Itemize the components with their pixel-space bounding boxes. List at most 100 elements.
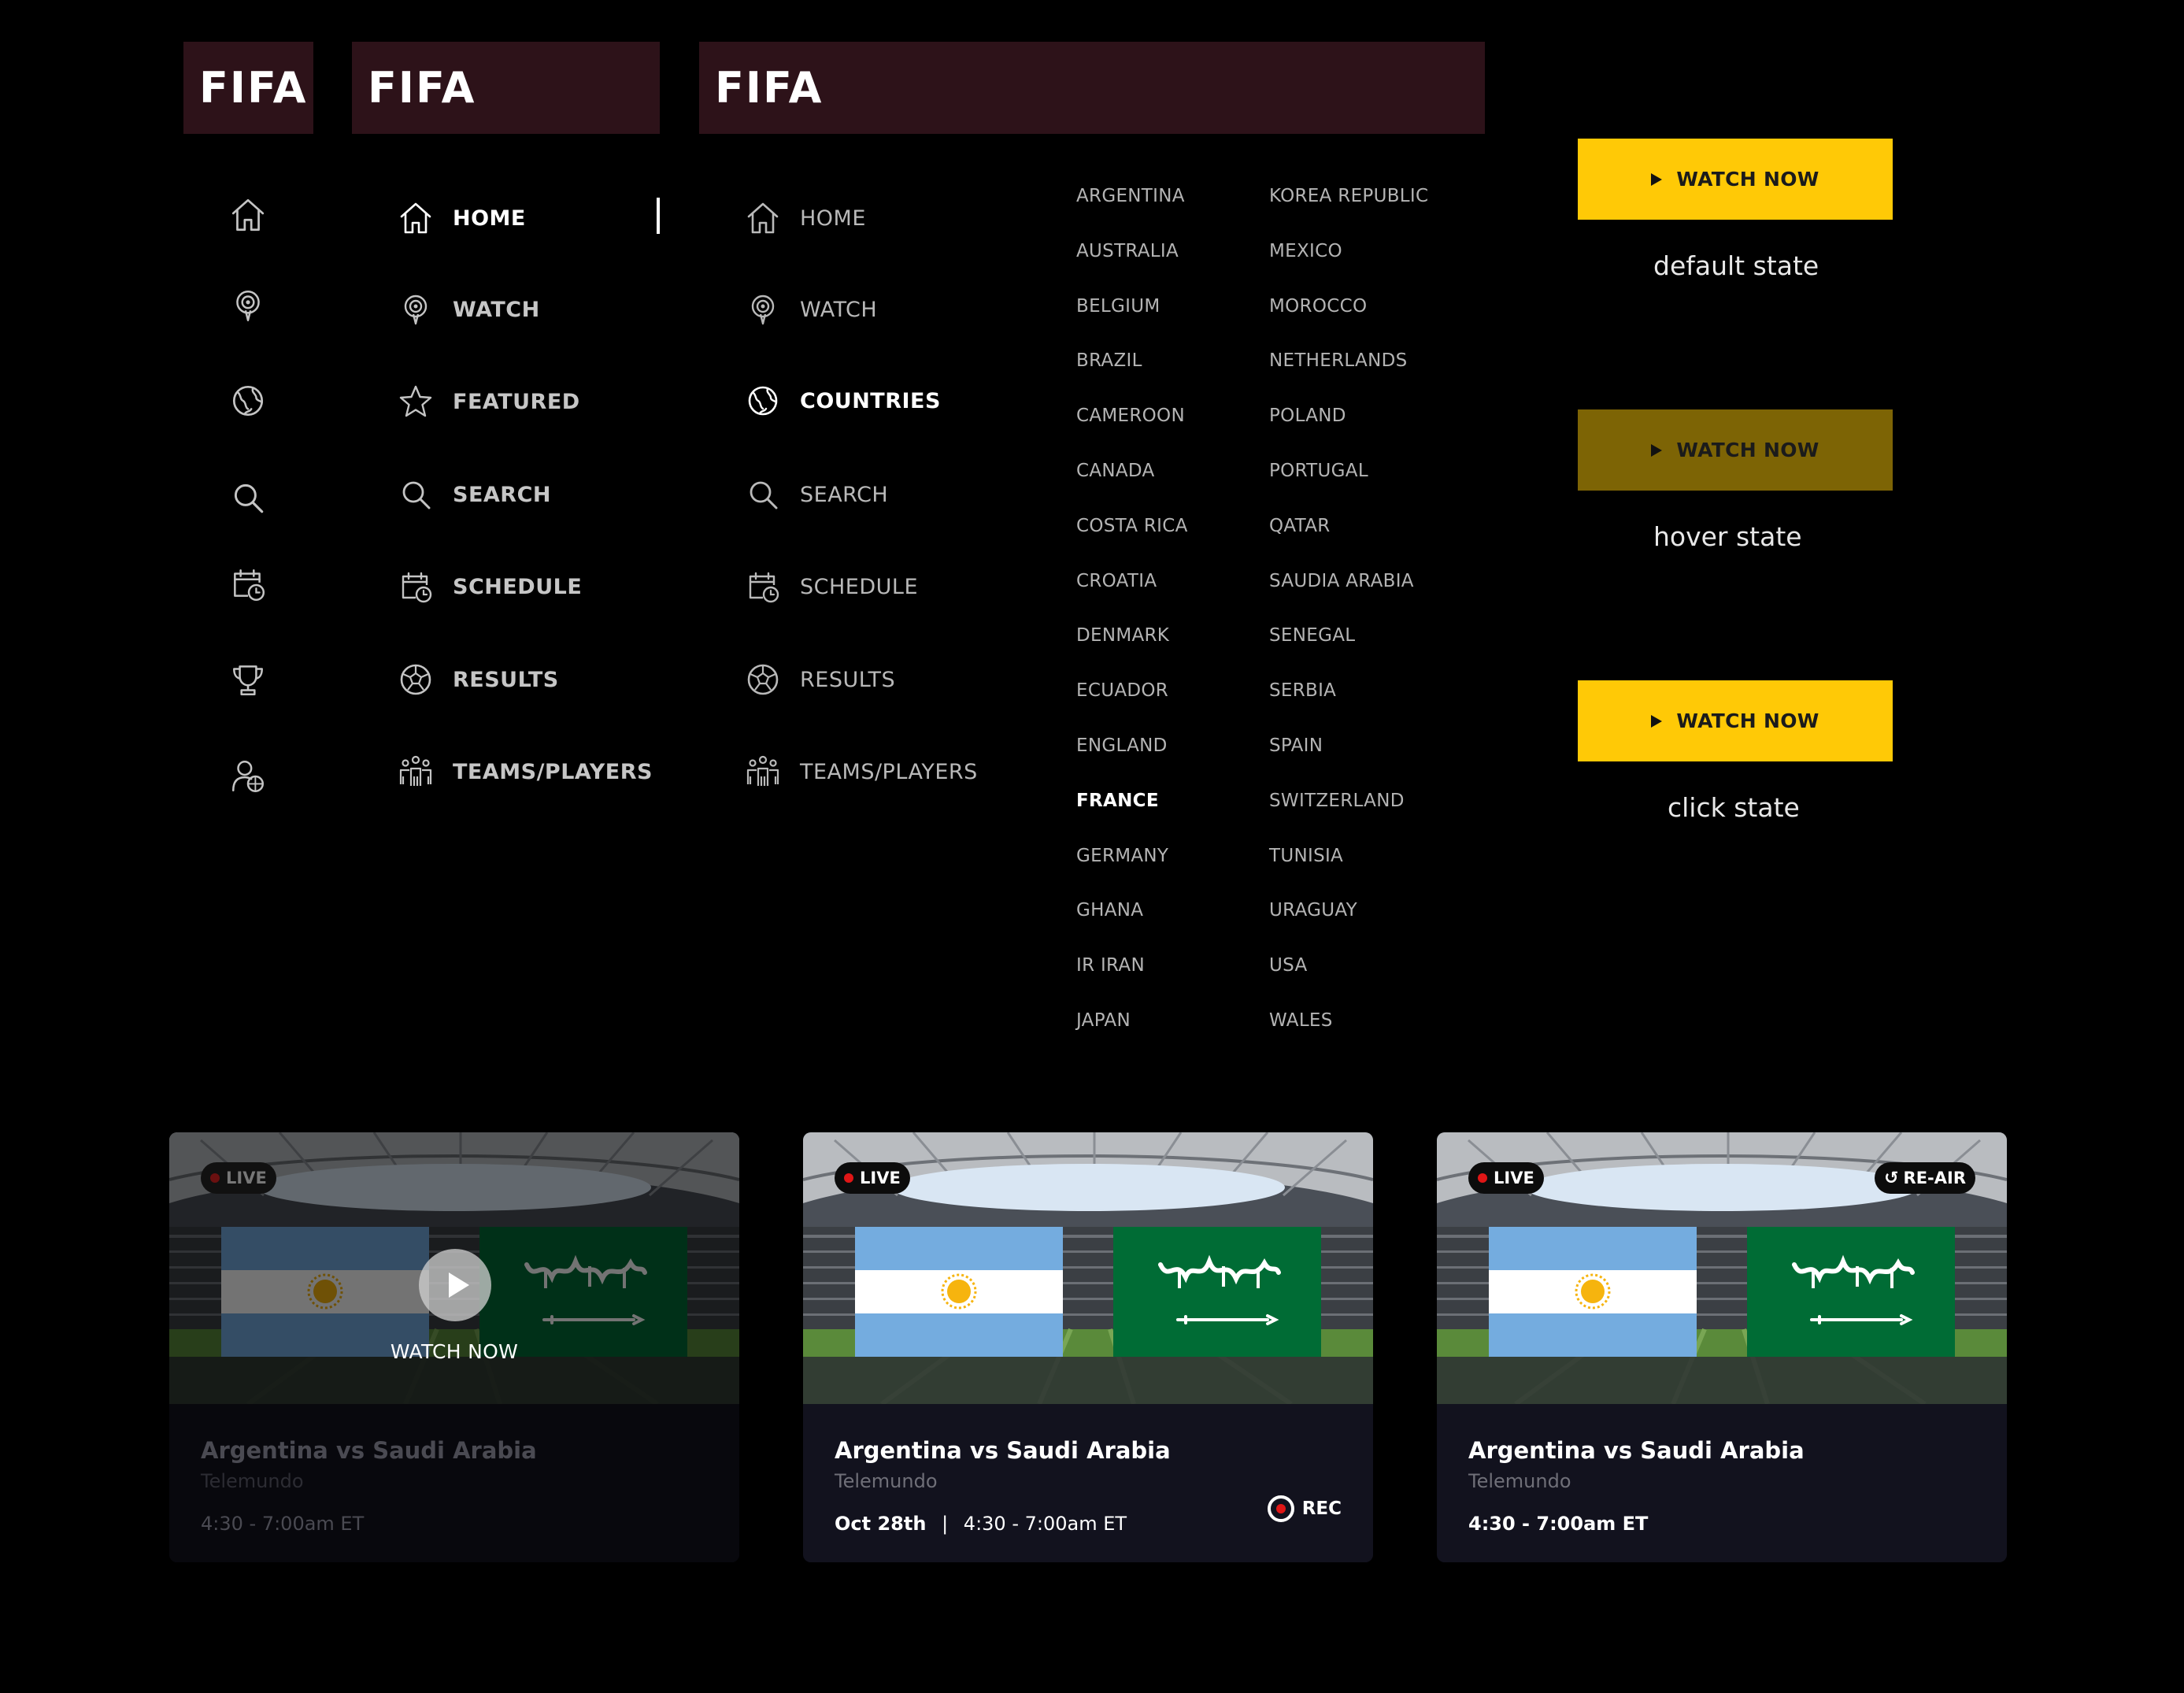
globe-icon[interactable] [228, 381, 268, 420]
country-item[interactable]: JAPAN [1076, 1010, 1131, 1031]
fifa-logo[interactable]: FIFA [183, 63, 307, 113]
country-item[interactable]: SPAIN [1269, 735, 1323, 756]
search-icon[interactable] [228, 478, 268, 517]
nav-label: SCHEDULE [453, 574, 583, 599]
teams-icon [397, 753, 435, 791]
country-item[interactable]: BRAZIL [1076, 350, 1142, 371]
country-item[interactable]: MEXICO [1269, 241, 1342, 261]
country-item[interactable]: PORTUGAL [1269, 461, 1368, 481]
nav-item-results[interactable]: RESULTS [397, 656, 559, 703]
country-item[interactable]: CAMEROON [1076, 406, 1185, 426]
country-item[interactable]: USA [1269, 955, 1308, 976]
nav-item-results[interactable]: RESULTS [744, 656, 895, 703]
teams-icon[interactable] [228, 756, 268, 795]
watch-now-button-click[interactable]: WATCH NOW [1578, 680, 1893, 761]
country-item[interactable]: ARGENTINA [1076, 186, 1185, 206]
schedule-icon[interactable] [228, 565, 268, 604]
live-badge: LIVE [201, 1162, 276, 1194]
nav-item-home[interactable]: HOME [397, 194, 526, 242]
country-item[interactable]: AUSTRALIA [1076, 241, 1179, 261]
nav-label: TEAMS/PLAYERS [453, 759, 653, 784]
play-button[interactable] [419, 1249, 491, 1321]
country-item[interactable]: ECUADOR [1076, 680, 1168, 701]
nav-item-featured[interactable]: FEATURED [397, 378, 580, 425]
nav-item-watch[interactable]: WATCH [397, 286, 540, 333]
search-icon [744, 476, 782, 513]
nav-label: SEARCH [800, 482, 889, 507]
soccer-ball-icon [744, 661, 782, 698]
nav-item-search[interactable]: SEARCH [397, 471, 551, 518]
home-icon[interactable] [228, 195, 268, 235]
match-card-hover[interactable]: LIVE WATCH NOW Argentina vs Saudi Arabia… [169, 1132, 739, 1562]
active-indicator [657, 198, 660, 234]
nav-item-home[interactable]: HOME [744, 194, 866, 242]
search-icon [397, 476, 435, 513]
nav-label: HOME [453, 206, 526, 231]
channel-name: Telemundo [1468, 1470, 1571, 1492]
reair-badge: ↺ RE-AIR [1875, 1162, 1975, 1194]
globe-icon [744, 382, 782, 420]
country-item[interactable]: COSTA RICA [1076, 516, 1188, 536]
home-icon [397, 199, 435, 237]
schedule-icon [744, 568, 782, 606]
country-item[interactable]: DENMARK [1076, 625, 1169, 646]
country-item[interactable]: CANADA [1076, 461, 1155, 481]
match-thumbnail: LIVE [803, 1132, 1373, 1404]
country-item[interactable]: KOREA REPUBLIC [1269, 186, 1428, 206]
record-icon [1267, 1495, 1294, 1522]
nav-item-watch[interactable]: WATCH [744, 286, 877, 333]
nav-item-schedule[interactable]: SCHEDULE [397, 563, 582, 610]
nav-item-teams-players[interactable]: TEAMS/PLAYERS [744, 748, 978, 795]
play-icon [1651, 443, 1663, 457]
nav-item-countries[interactable]: COUNTRIES [744, 377, 941, 424]
watch-icon[interactable] [228, 286, 268, 325]
match-card-reair[interactable]: LIVE ↺ RE-AIR Argentina vs Saudi Arabia … [1437, 1132, 2007, 1562]
nav-item-search[interactable]: SEARCH [744, 471, 888, 518]
match-card-record[interactable]: LIVE Argentina vs Saudi Arabia Telemundo… [803, 1132, 1373, 1562]
country-item[interactable]: SERBIA [1269, 680, 1336, 701]
record-button[interactable]: REC [1267, 1495, 1342, 1522]
channel-name: Telemundo [835, 1470, 938, 1492]
country-item[interactable]: ENGLAND [1076, 735, 1168, 756]
nav-label: FEATURED [453, 389, 580, 414]
country-item[interactable]: WALES [1269, 1010, 1333, 1031]
schedule-icon [397, 568, 435, 606]
card-info: Argentina vs Saudi Arabia Telemundo 4:30… [169, 1404, 739, 1562]
country-item[interactable]: SENEGAL [1269, 625, 1355, 646]
country-item[interactable]: SWITZERLAND [1269, 791, 1405, 811]
match-time: 4:30 - 7:00am ET [1468, 1513, 1649, 1535]
country-item[interactable]: QATAR [1269, 516, 1331, 536]
live-badge: LIVE [835, 1162, 910, 1194]
country-item[interactable]: MOROCCO [1269, 296, 1367, 317]
nav-item-teams-players[interactable]: TEAMS/PLAYERS [397, 748, 653, 795]
match-thumbnail: LIVE ↺ RE-AIR [1437, 1132, 2007, 1404]
country-item[interactable]: URAGUAY [1269, 900, 1357, 921]
star-icon [397, 383, 435, 420]
watch-now-button-default[interactable]: WATCH NOW [1578, 139, 1893, 220]
country-item[interactable]: GERMANY [1076, 846, 1168, 866]
country-item[interactable]: TUNISIA [1269, 846, 1343, 866]
watch-now-button-hover[interactable]: WATCH NOW [1578, 409, 1893, 491]
trophy-icon[interactable] [228, 660, 268, 699]
saudi-arabia-flag [1747, 1227, 1955, 1357]
country-item[interactable]: IR IRAN [1076, 955, 1145, 976]
country-item[interactable]: BELGIUM [1076, 296, 1160, 317]
play-icon [1651, 172, 1663, 186]
teams-icon [744, 753, 782, 791]
home-icon [744, 199, 782, 237]
country-item[interactable]: FRANCE [1076, 791, 1159, 811]
fifa-logo[interactable]: FIFA [699, 63, 823, 113]
country-item[interactable]: NETHERLANDS [1269, 350, 1408, 371]
country-item[interactable]: GHANA [1076, 900, 1143, 921]
country-item[interactable]: POLAND [1269, 406, 1346, 426]
watch-now-label: WATCH NOW [1676, 709, 1819, 732]
match-datetime: Oct 28th | 4:30 - 7:00am ET [835, 1513, 1127, 1535]
country-item[interactable]: SAUDIA ARABIA [1269, 571, 1414, 591]
fifa-logo[interactable]: FIFA [352, 63, 476, 113]
live-dot-icon [1478, 1173, 1487, 1183]
nav-item-schedule[interactable]: SCHEDULE [744, 563, 918, 610]
watch-icon [397, 291, 435, 328]
live-dot-icon [210, 1173, 220, 1183]
country-item[interactable]: CROATIA [1076, 571, 1157, 591]
card-info: Argentina vs Saudi Arabia Telemundo 4:30… [1437, 1404, 2007, 1562]
